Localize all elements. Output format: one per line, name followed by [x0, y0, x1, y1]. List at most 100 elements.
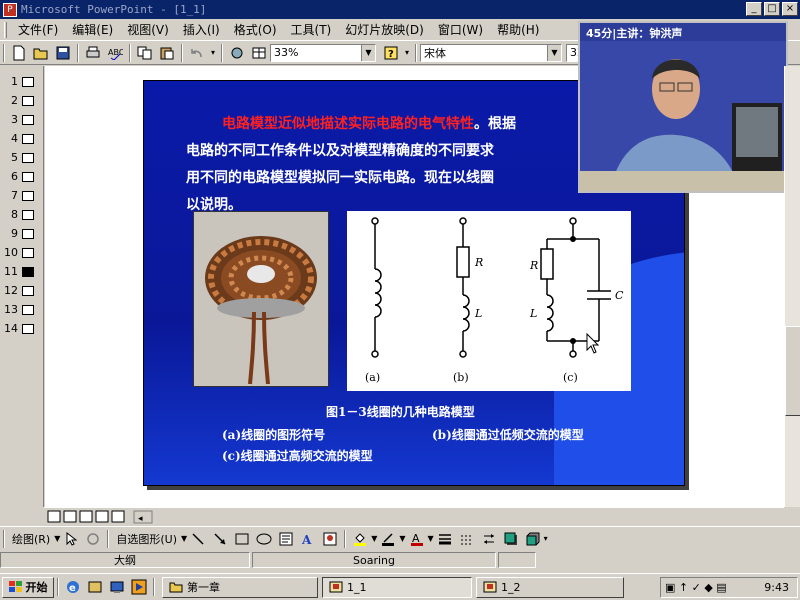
- draw-menu-button[interactable]: 绘图(R): [8, 531, 54, 547]
- slide-icon[interactable]: [22, 133, 34, 144]
- hyperlink-icon[interactable]: [226, 43, 248, 63]
- outline-slide-5[interactable]: 5: [0, 148, 44, 167]
- font-color-icon[interactable]: A: [406, 529, 428, 549]
- slide-number: 11: [4, 265, 18, 278]
- shadow-icon[interactable]: [500, 529, 522, 549]
- close-button[interactable]: ×: [782, 2, 798, 16]
- new-document-icon[interactable]: [8, 43, 30, 63]
- menu-window[interactable]: 窗口(W): [431, 21, 490, 38]
- toolbar-options-icon[interactable]: ▾: [544, 534, 548, 543]
- line-tool-icon[interactable]: [187, 529, 209, 549]
- 3d-icon[interactable]: [522, 529, 544, 549]
- rectangle-tool-icon[interactable]: [231, 529, 253, 549]
- clipart-tool-icon[interactable]: [319, 529, 341, 549]
- vertical-scrollbar[interactable]: [784, 66, 800, 507]
- autoshapes-menu-button[interactable]: 自选图形(U): [112, 531, 181, 547]
- task-folder-chapter1[interactable]: 第一章: [162, 576, 318, 598]
- restore-button[interactable]: □: [764, 2, 780, 16]
- slide-body-text[interactable]: 电路模型近似地描述实际电路的电气特性。根据 电路的不同工作条件以及对模型精确度的…: [186, 111, 586, 219]
- drawing-toolbar: 绘图(R) ▼ 自选图形(U) ▼ A ▼ ▼ A ▼ ▾: [0, 526, 800, 550]
- menu-insert[interactable]: 插入(I): [176, 21, 227, 38]
- dash-style-icon[interactable]: [456, 529, 478, 549]
- slide-highlight-text: 电路模型近似地描述实际电路的电气特性: [222, 116, 474, 132]
- chevron-down-icon[interactable]: ▼: [547, 44, 561, 61]
- fill-color-icon[interactable]: [349, 529, 371, 549]
- oval-tool-icon[interactable]: [253, 529, 275, 549]
- outline-slide-10[interactable]: 10: [0, 243, 44, 262]
- desktop-quicklaunch-icon[interactable]: [106, 577, 128, 597]
- outline-slide-8[interactable]: 8: [0, 205, 44, 224]
- slide-icon[interactable]: [22, 152, 34, 163]
- slide-icon[interactable]: [22, 76, 34, 87]
- help-icon[interactable]: ?: [380, 43, 402, 63]
- menu-format[interactable]: 格式(O): [227, 21, 284, 38]
- outline-slide-6[interactable]: 6: [0, 167, 44, 186]
- slide-icon[interactable]: [22, 228, 34, 239]
- outline-slide-2[interactable]: 2: [0, 91, 44, 110]
- font-select[interactable]: 宋体 ▼: [420, 43, 562, 62]
- start-button[interactable]: 开始: [2, 576, 54, 598]
- ie-quicklaunch-icon[interactable]: e: [62, 577, 84, 597]
- slide-icon[interactable]: [22, 114, 34, 125]
- menu-slideshow[interactable]: 幻灯片放映(D): [338, 21, 431, 38]
- slide-icon[interactable]: [22, 190, 34, 201]
- free-rotate-icon[interactable]: [82, 529, 104, 549]
- undo-dropdown-icon[interactable]: ▾: [208, 43, 218, 63]
- line-style-icon[interactable]: [434, 529, 456, 549]
- slide-icon[interactable]: [22, 285, 34, 296]
- powerpoint-app-icon[interactable]: P: [3, 2, 17, 17]
- slide-text-line1: 。根据: [474, 116, 516, 132]
- mediaplayer-quicklaunch-icon[interactable]: [128, 577, 150, 597]
- outline-slide-9[interactable]: 9: [0, 224, 44, 243]
- caption-a: (a)线圈的图形符号: [222, 428, 326, 442]
- outline-slide-7[interactable]: 7: [0, 186, 44, 205]
- wordart-tool-icon[interactable]: A: [297, 529, 319, 549]
- slide-text-line2: 电路的不同工作条件以及对模型精确度的不同要求: [186, 143, 494, 159]
- outline-slide-11[interactable]: 11: [0, 262, 44, 281]
- minimize-button[interactable]: _: [746, 2, 762, 16]
- task-ppt-1-2[interactable]: 1_2: [476, 576, 624, 598]
- font-value: 宋体: [424, 46, 446, 60]
- line-color-icon[interactable]: [377, 529, 399, 549]
- slide-number: 10: [4, 246, 18, 259]
- arrow-tool-icon[interactable]: [209, 529, 231, 549]
- outline-slide-4[interactable]: 4: [0, 129, 44, 148]
- menu-file[interactable]: 文件(F): [11, 21, 65, 38]
- slide-icon[interactable]: [22, 304, 34, 315]
- zoom-select[interactable]: 33% ▼: [270, 43, 376, 62]
- menu-edit[interactable]: 编辑(E): [65, 21, 120, 38]
- paste-icon[interactable]: [156, 43, 178, 63]
- outlook-quicklaunch-icon[interactable]: [84, 577, 106, 597]
- slide-icon[interactable]: [22, 266, 34, 277]
- textbox-tool-icon[interactable]: [275, 529, 297, 549]
- save-icon[interactable]: [52, 43, 74, 63]
- help-dropdown-icon[interactable]: ▾: [402, 43, 412, 63]
- caption-c: (c)线圈通过高频交流的模型: [222, 449, 373, 463]
- outline-slide-14[interactable]: 14: [0, 319, 44, 338]
- open-folder-icon[interactable]: [30, 43, 52, 63]
- print-icon[interactable]: [82, 43, 104, 63]
- scrollbar-thumb[interactable]: [785, 326, 800, 416]
- outline-slide-3[interactable]: 3: [0, 110, 44, 129]
- outline-slide-13[interactable]: 13: [0, 300, 44, 319]
- menu-tools[interactable]: 工具(T): [284, 21, 339, 38]
- copy-icon[interactable]: [134, 43, 156, 63]
- menu-help[interactable]: 帮助(H): [490, 21, 546, 38]
- arrow-style-icon[interactable]: [478, 529, 500, 549]
- select-pointer-icon[interactable]: [60, 529, 82, 549]
- slide-icon[interactable]: [22, 323, 34, 334]
- undo-icon[interactable]: [186, 43, 208, 63]
- slide-icon[interactable]: [22, 209, 34, 220]
- menu-view[interactable]: 视图(V): [120, 21, 176, 38]
- spelling-icon[interactable]: ABC: [104, 43, 126, 63]
- tray-icons[interactable]: ▣ ↑ ✓ ◆ ▤: [661, 581, 727, 594]
- outline-slide-1[interactable]: 1: [0, 72, 44, 91]
- chevron-down-icon[interactable]: ▼: [361, 44, 375, 61]
- slide-icon[interactable]: [22, 95, 34, 106]
- task-ppt-1-1[interactable]: 1_1: [322, 576, 472, 598]
- outline-slide-12[interactable]: 12: [0, 281, 44, 300]
- tables-borders-icon[interactable]: [248, 43, 270, 63]
- slide-icon[interactable]: [22, 171, 34, 182]
- menu-grip[interactable]: [4, 21, 7, 38]
- slide-icon[interactable]: [22, 247, 34, 258]
